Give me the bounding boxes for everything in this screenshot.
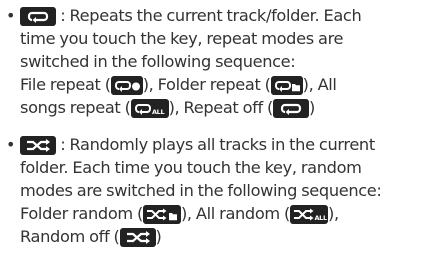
bullet: • <box>6 135 16 154</box>
repeat-all-icon: ALL <box>130 99 169 118</box>
random-off-label: Random off ( <box>20 227 120 246</box>
bullet: • <box>6 6 16 25</box>
shuffle-icon <box>20 136 56 155</box>
random-line-2: folder. Each time you touch the key, ran… <box>20 158 362 177</box>
close-paren: ) <box>155 227 162 246</box>
all-badge-text: ALL <box>314 214 326 222</box>
repeat-folder-icon <box>270 76 303 95</box>
repeat-line-2: time you touch the key, repeat modes are <box>20 29 344 48</box>
random-line-3: modes are switched in the following sequ… <box>20 181 382 200</box>
repeat-text-1: : Repeats the current track/folder. Each <box>60 6 362 25</box>
trailing-punct: ), <box>327 204 339 223</box>
random-off-icon <box>119 228 156 247</box>
repeat-line-1: : Repeats the current track/folder. Each <box>20 4 362 27</box>
repeat-line-4: File repeat ( ), Folder repeat ( ), All <box>20 73 337 96</box>
repeat-file-icon <box>110 76 143 95</box>
repeat-icon <box>20 7 56 26</box>
songs-repeat-label: songs repeat ( <box>20 98 131 117</box>
random-line-1: : Randomly plays all tracks in the curre… <box>20 133 375 156</box>
all-random-label: ), All random ( <box>180 204 290 223</box>
random-line-4: Folder random ( ), All random ( ALL ), <box>20 202 339 225</box>
folder-random-label: Folder random ( <box>20 204 143 223</box>
close-paren: ) <box>309 98 315 117</box>
repeat-off-label: ), Repeat off ( <box>168 98 274 117</box>
all-badge-text: ALL <box>152 108 164 116</box>
manual-excerpt: • : Repeats the current track/folder. Ea… <box>0 0 431 262</box>
repeat-line-5: songs repeat ( ALL ), Repeat off ( ) <box>20 96 315 119</box>
random-text-1: : Randomly plays all tracks in the curre… <box>60 135 375 154</box>
all-label: ), All <box>302 75 337 94</box>
repeat-line-3: switched in the following sequence: <box>20 52 296 71</box>
random-folder-icon <box>142 205 181 224</box>
file-repeat-label: File repeat ( <box>20 75 111 94</box>
folder-repeat-label: ), Folder repeat ( <box>142 75 271 94</box>
repeat-off-icon <box>273 99 310 118</box>
random-line-5: Random off ( ) <box>20 225 162 248</box>
random-all-icon: ALL <box>289 205 328 224</box>
